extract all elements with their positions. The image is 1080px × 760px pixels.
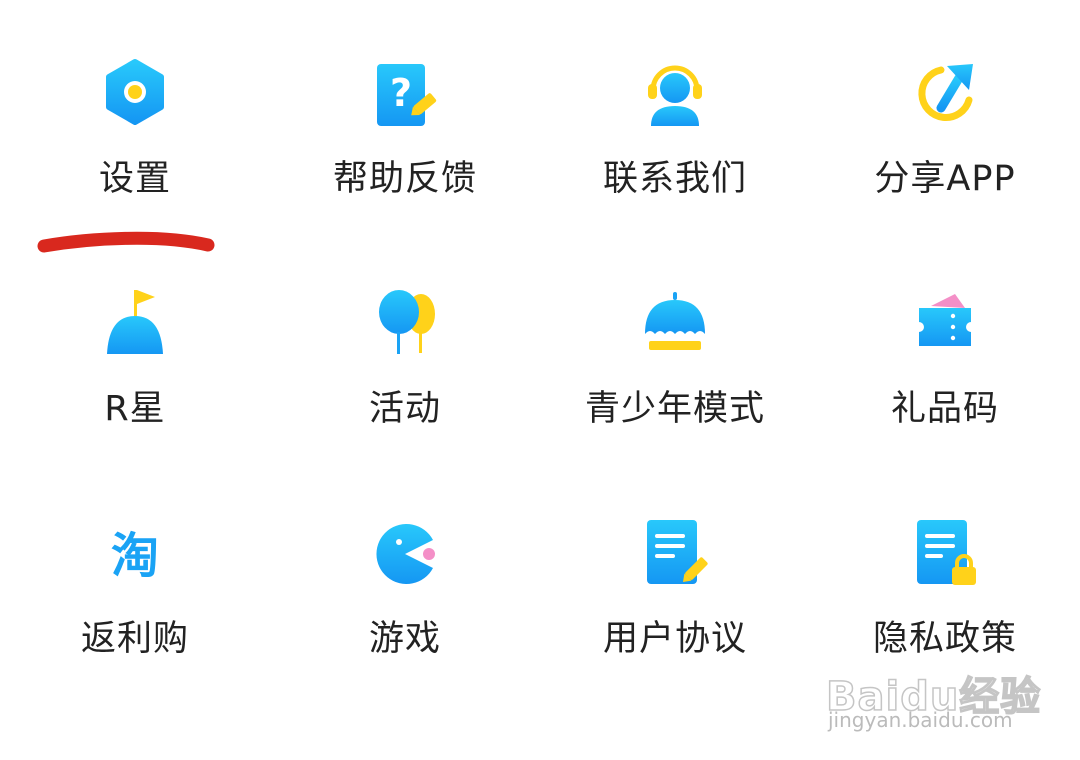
umbrella-icon bbox=[641, 286, 709, 362]
menu-grid: 设置 ? 帮助反馈 联系我们 分享APP R星 活动 青少年模式 礼品码 淘 返… bbox=[0, 0, 1080, 760]
pacman-game-icon bbox=[371, 516, 439, 592]
menu-item-rebate-shop[interactable]: 淘 返利购 bbox=[0, 460, 270, 660]
menu-item-teen-mode[interactable]: 青少年模式 bbox=[540, 230, 810, 430]
privacy-policy-lock-icon bbox=[911, 516, 979, 592]
user-agreement-document-icon bbox=[641, 516, 709, 592]
menu-item-label: 分享APP bbox=[874, 159, 1016, 199]
taobao-icon: 淘 bbox=[101, 516, 169, 592]
menu-item-label: R星 bbox=[104, 389, 166, 429]
menu-item-contact-us[interactable]: 联系我们 bbox=[540, 0, 810, 200]
baidu-jingyan-watermark: Baidu经验 jingyan.baidu.com bbox=[825, 664, 1056, 744]
menu-item-privacy-policy[interactable]: 隐私政策 bbox=[810, 460, 1080, 660]
balloons-icon bbox=[371, 286, 439, 362]
menu-item-user-agreement[interactable]: 用户协议 bbox=[540, 460, 810, 660]
settings-hexagon-icon bbox=[101, 56, 169, 132]
menu-item-label: 设置 bbox=[98, 159, 171, 199]
menu-item-label: 青少年模式 bbox=[584, 389, 765, 429]
menu-item-label: 游戏 bbox=[368, 619, 441, 659]
menu-item-label: 用户协议 bbox=[602, 619, 747, 659]
svg-text:淘: 淘 bbox=[111, 528, 159, 584]
menu-item-label: 帮助反馈 bbox=[332, 159, 477, 199]
menu-item-gift-code[interactable]: 礼品码 bbox=[810, 230, 1080, 430]
menu-item-r-star[interactable]: R星 bbox=[0, 230, 270, 430]
menu-item-activity[interactable]: 活动 bbox=[270, 230, 540, 430]
watermark-url: jingyan.baidu.com bbox=[828, 708, 1013, 732]
menu-item-settings[interactable]: 设置 bbox=[0, 0, 270, 200]
share-arrow-icon bbox=[911, 56, 979, 132]
customer-service-headset-icon bbox=[641, 56, 709, 132]
menu-item-label: 返利购 bbox=[80, 619, 189, 659]
help-feedback-icon: ? bbox=[371, 56, 439, 132]
planet-flag-icon bbox=[101, 286, 169, 362]
menu-item-games[interactable]: 游戏 bbox=[270, 460, 540, 660]
menu-item-label: 隐私政策 bbox=[872, 619, 1017, 659]
gift-ticket-icon bbox=[911, 286, 979, 362]
menu-item-share-app[interactable]: 分享APP bbox=[810, 0, 1080, 200]
svg-text:?: ? bbox=[390, 71, 412, 115]
menu-item-label: 联系我们 bbox=[602, 159, 747, 199]
menu-item-label: 礼品码 bbox=[890, 389, 999, 429]
menu-item-help-feedback[interactable]: ? 帮助反馈 bbox=[270, 0, 540, 200]
menu-item-label: 活动 bbox=[368, 389, 441, 429]
